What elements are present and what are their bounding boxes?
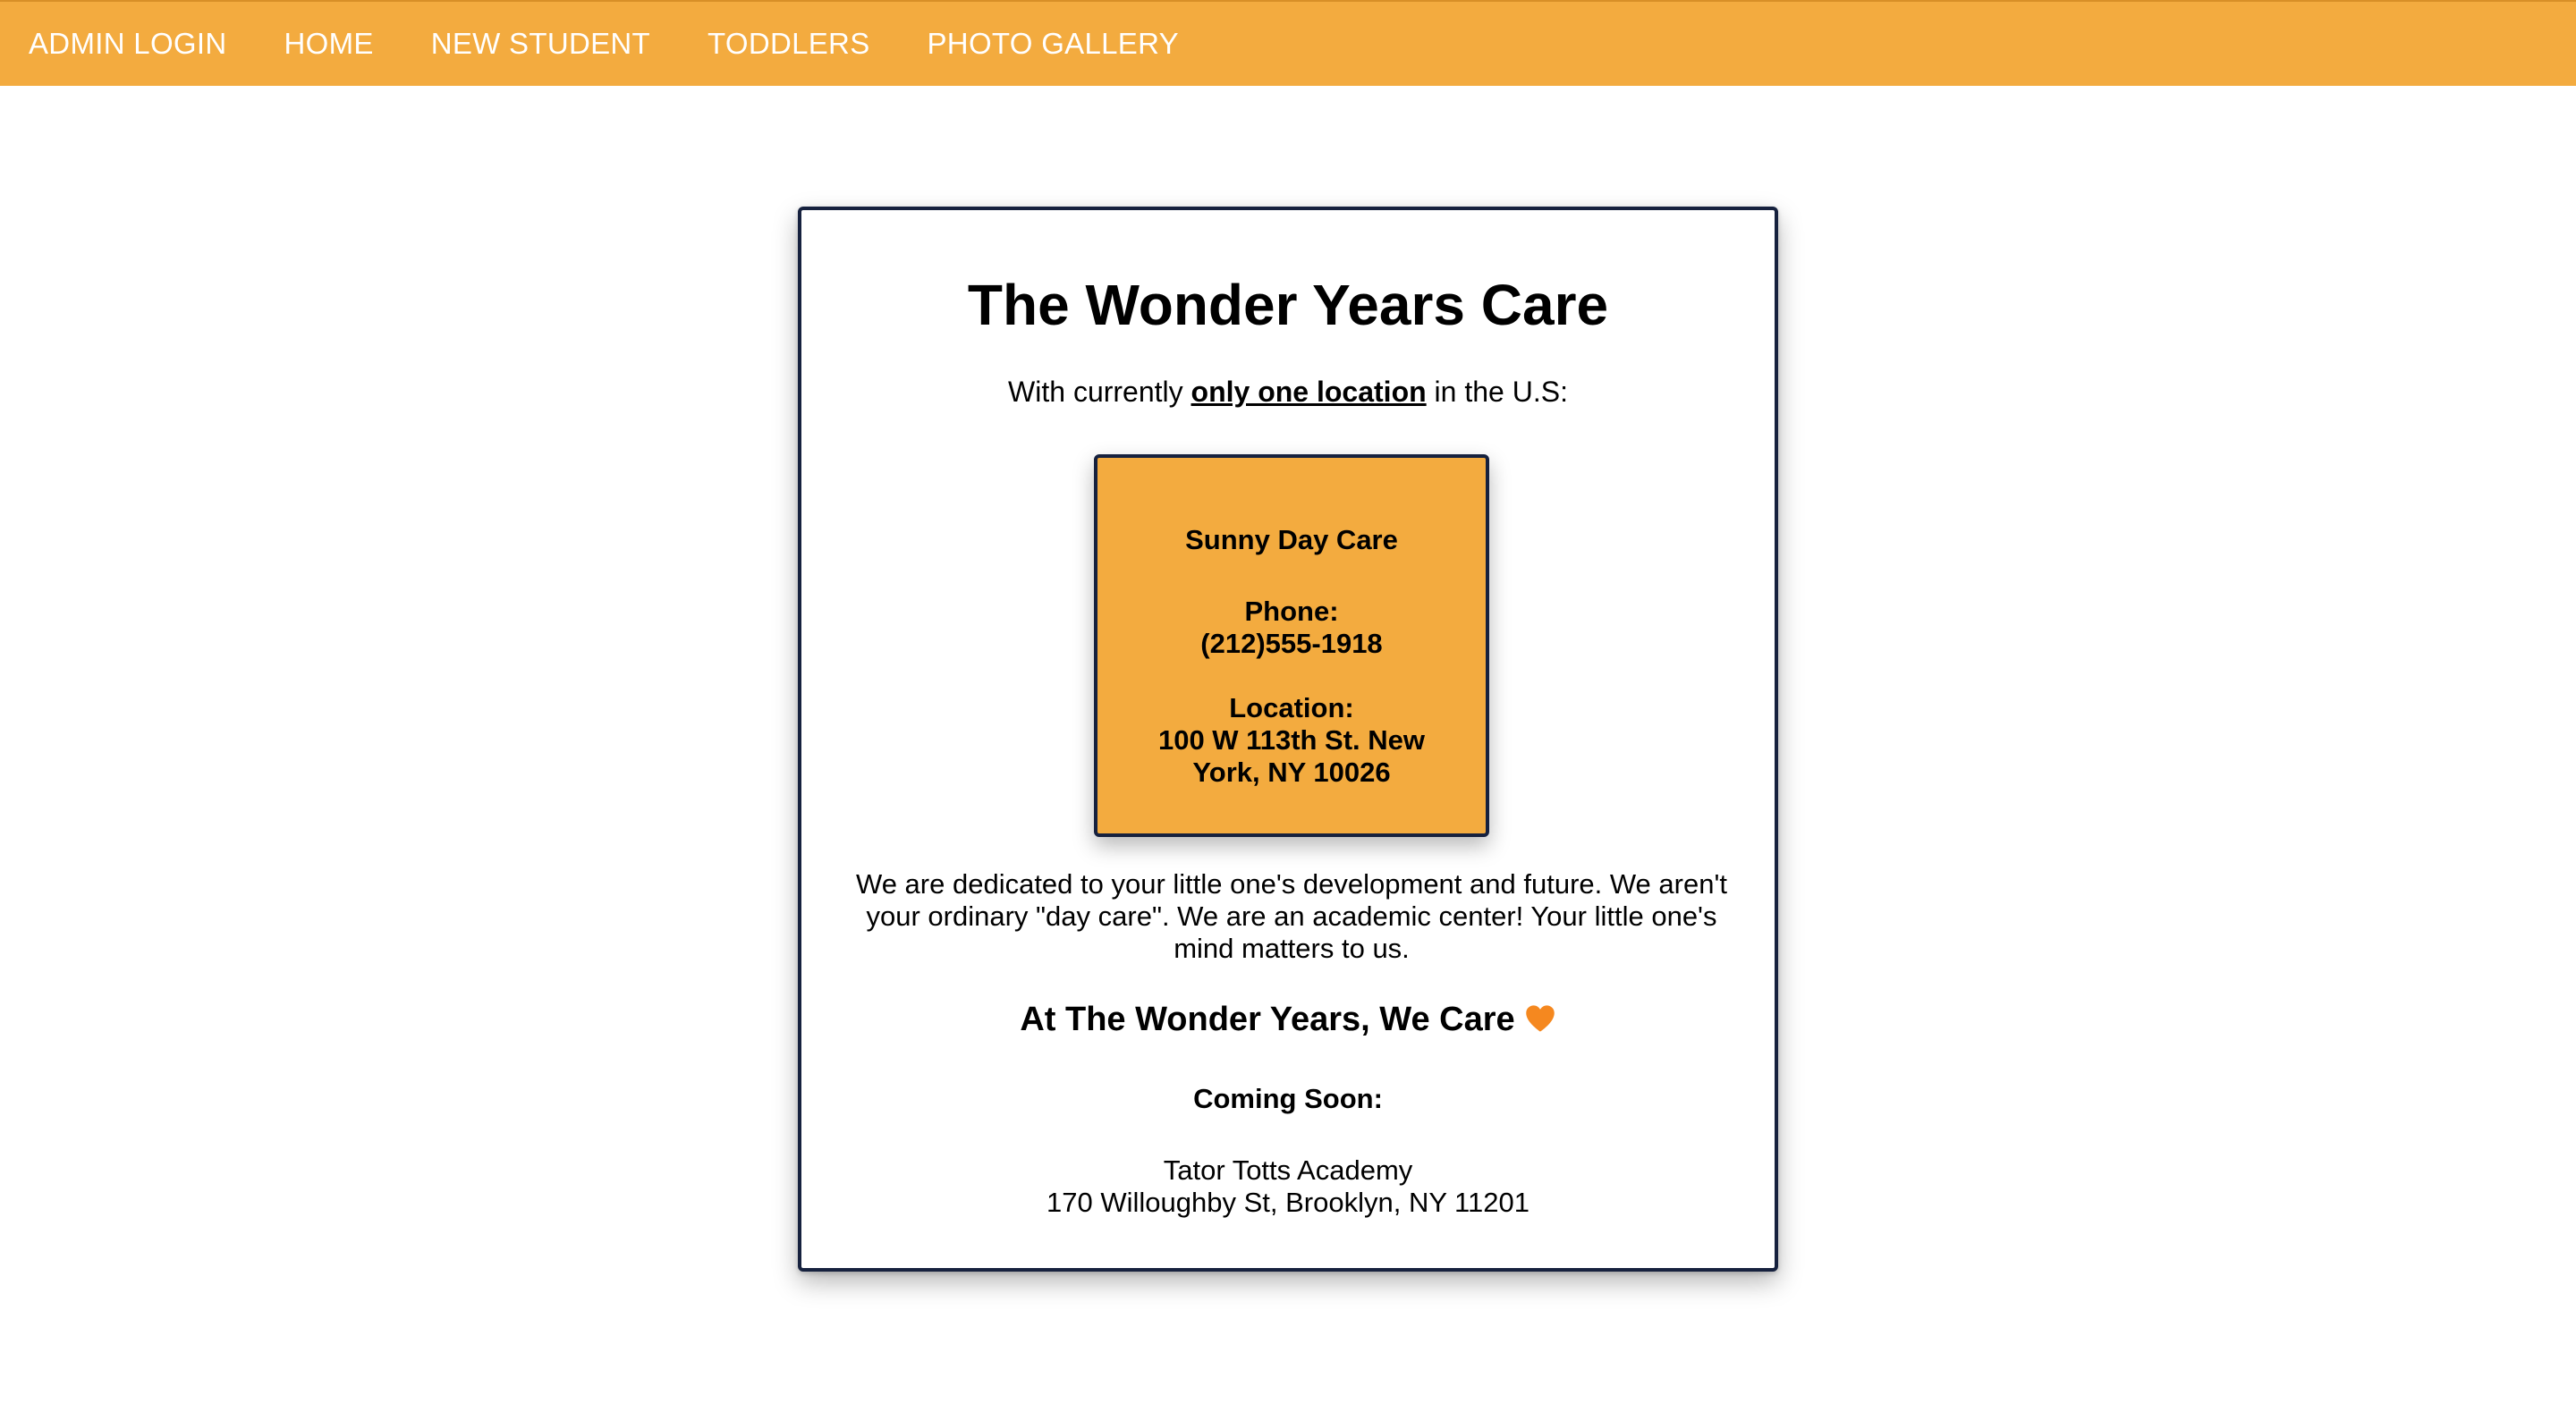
orange-heart-icon (1525, 1005, 1555, 1032)
location-address-block: Location: 100 W 113th St. New York, NY 1… (1124, 692, 1459, 789)
location-name: Sunny Day Care (1185, 524, 1398, 555)
location-label: Location: (1229, 692, 1354, 723)
nav-photo-gallery[interactable]: PHOTO GALLERY (928, 27, 1179, 61)
location-card: Sunny Day Care Phone: (212)555-1918 Loca… (1094, 454, 1489, 837)
nav-home[interactable]: HOME (284, 27, 374, 61)
intro-text: With currently only one location in the … (801, 375, 1775, 409)
nav-toddlers[interactable]: TODDLERS (708, 27, 870, 61)
future-location-address: 170 Willoughby St, Brooklyn, NY 11201 (1046, 1187, 1530, 1218)
phone-label: Phone: (1244, 596, 1339, 627)
tagline: At The Wonder Years, We Care (801, 1001, 1775, 1039)
coming-soon-label: Coming Soon: (1193, 1083, 1383, 1114)
intro-suffix: in the U.S: (1426, 376, 1568, 408)
phone-number: (212)555-1918 (1200, 628, 1383, 659)
location-address: 100 W 113th St. New York, NY 10026 (1157, 724, 1426, 788)
future-location-name: Tator Totts Academy (1163, 1154, 1413, 1186)
intro-prefix: With currently (1008, 376, 1191, 408)
description-text: We are dedicated to your little one's de… (856, 868, 1727, 964)
tagline-text: At The Wonder Years, We Care (1020, 1001, 1515, 1038)
nav-admin-login[interactable]: ADMIN LOGIN (29, 27, 227, 61)
location-phone-block: Phone: (212)555-1918 (1097, 596, 1486, 660)
main-card: The Wonder Years Care With currently onl… (798, 207, 1778, 1272)
nav-new-student[interactable]: NEW STUDENT (431, 27, 650, 61)
page-title: The Wonder Years Care (967, 273, 1609, 337)
intro-emphasis: only one location (1191, 376, 1427, 408)
top-navbar: ADMIN LOGIN HOME NEW STUDENT TODDLERS PH… (0, 0, 2576, 86)
